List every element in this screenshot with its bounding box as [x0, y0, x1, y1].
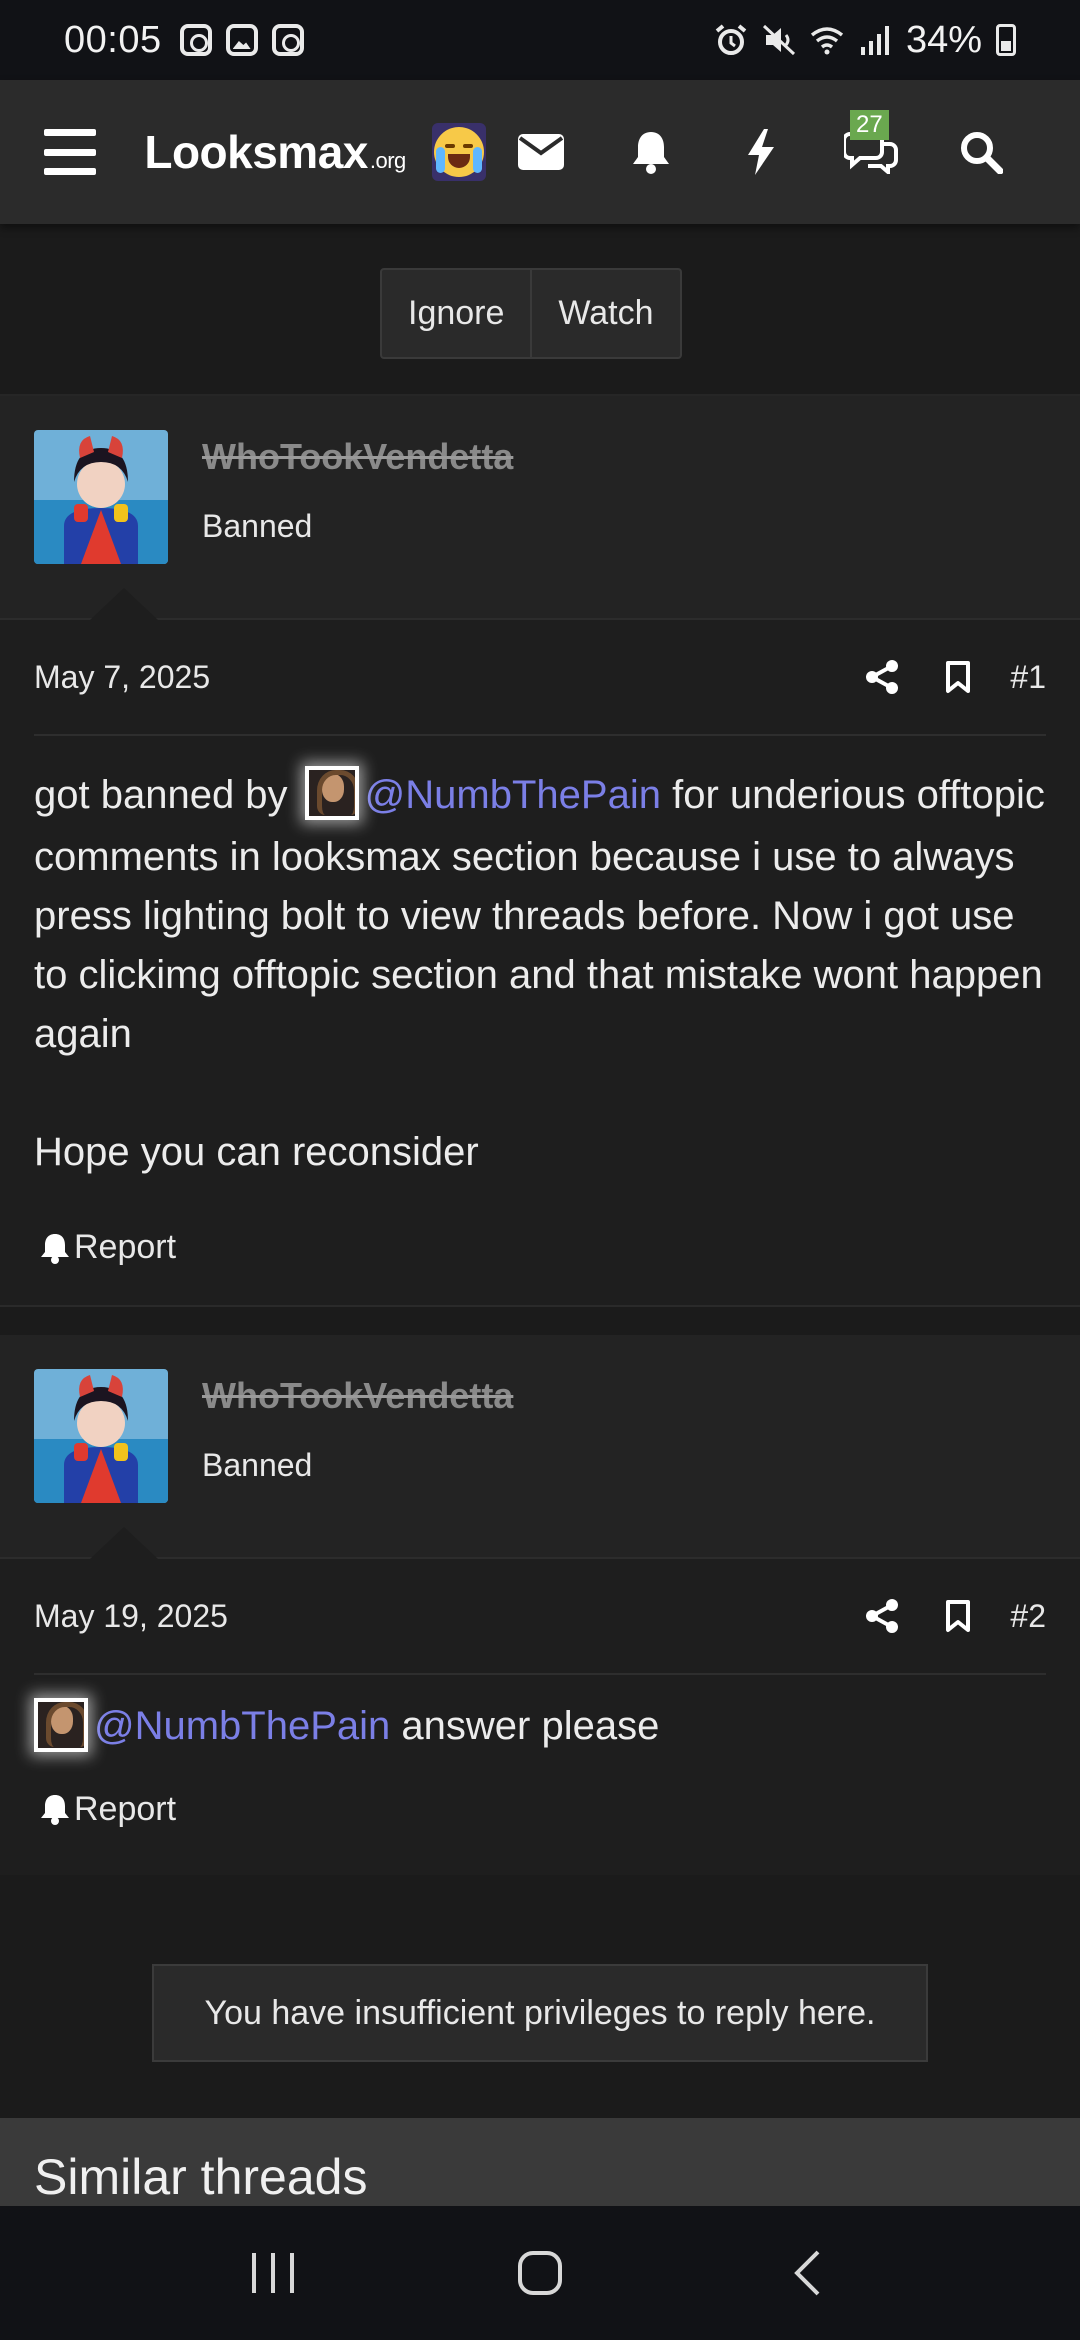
post-message: @NumbThePain answer please: [34, 1675, 1046, 1759]
site-header: Looksmax.org 27: [0, 80, 1080, 224]
ignore-button[interactable]: Ignore: [382, 270, 533, 357]
bell-icon: [41, 1795, 69, 1826]
post-actions: #1: [844, 642, 1046, 712]
instagram-icon: [271, 24, 304, 56]
post-message: got banned by @NumbThePain for underious…: [34, 736, 1046, 1182]
post-attribution: May 7, 2025 #1: [34, 620, 1046, 736]
chat-icon[interactable]: 27: [816, 102, 926, 202]
reply-notice: You have insufficient privileges to repl…: [152, 1964, 928, 2062]
user-mention[interactable]: @NumbThePain: [365, 773, 661, 817]
post: WhoTookVendetta Banned May 7, 2025 #1 go…: [0, 396, 1080, 1306]
mail-icon[interactable]: [486, 102, 596, 202]
header-icons: 27: [486, 102, 1036, 202]
report-link[interactable]: Report: [34, 1182, 1046, 1267]
message-text: got banned by: [34, 773, 299, 817]
battery-icon: [996, 24, 1016, 56]
recents-icon[interactable]: [213, 2223, 333, 2323]
home-icon[interactable]: [480, 2223, 600, 2323]
bookmark-icon[interactable]: [920, 642, 996, 712]
emoji-icon: [431, 123, 486, 181]
conversations-badge: 27: [850, 110, 889, 140]
status-time: 00:05: [64, 18, 162, 61]
logo-text: Looksmax: [144, 126, 368, 178]
avatar[interactable]: [34, 430, 168, 564]
user-meta: WhoTookVendetta Banned: [202, 436, 513, 545]
post-body: May 19, 2025 #2 @NumbThePain answer plea…: [0, 1559, 1080, 1875]
logo-suffix: .org: [369, 148, 406, 173]
system-nav-bar: [0, 2206, 1080, 2340]
post-number[interactable]: #2: [1010, 1598, 1046, 1635]
thread-content: Ignore Watch WhoTookVendetta Banned May …: [0, 224, 1080, 1875]
share-icon[interactable]: [844, 1581, 920, 1651]
watch-button[interactable]: Watch: [532, 270, 679, 357]
similar-threads-heading: Similar threads: [0, 2118, 1080, 2206]
status-bar: 00:05 34%: [0, 0, 1080, 80]
lightning-icon[interactable]: [706, 102, 816, 202]
thread-action-group: Ignore Watch: [380, 268, 682, 359]
user-title: Banned: [202, 1447, 313, 1484]
instagram-icon: [179, 24, 212, 56]
post-date[interactable]: May 7, 2025: [34, 659, 210, 696]
thread-actions-bar: Ignore Watch: [0, 224, 1080, 396]
post-attribution: May 19, 2025 #2: [34, 1559, 1046, 1676]
wifi-icon: [810, 27, 844, 55]
status-right: 34%: [714, 19, 1016, 62]
notification-icons: [179, 24, 304, 56]
post-body: May 7, 2025 #1 got banned by @NumbThePai…: [0, 620, 1080, 1306]
report-label: Report: [74, 1228, 177, 1267]
mute-icon: [762, 24, 795, 56]
gallery-icon: [225, 24, 258, 56]
bell-icon: [41, 1233, 69, 1264]
post-actions: #2: [844, 1581, 1046, 1651]
menu-icon[interactable]: [44, 129, 97, 175]
back-icon[interactable]: [747, 2223, 867, 2323]
mention-avatar[interactable]: [304, 766, 359, 821]
report-link[interactable]: Report: [34, 1760, 1046, 1829]
post-caret: [90, 1527, 158, 1560]
bookmark-icon[interactable]: [920, 1581, 996, 1651]
battery-percent: 34%: [905, 18, 982, 61]
post-user-header: WhoTookVendetta Banned: [0, 1335, 1080, 1560]
post-separator: [0, 1305, 1080, 1336]
post-date[interactable]: May 19, 2025: [34, 1598, 228, 1635]
signal-icon: [860, 26, 889, 55]
mention-avatar[interactable]: [34, 1697, 88, 1752]
post-caret: [90, 588, 158, 620]
bell-icon[interactable]: [596, 102, 706, 202]
username[interactable]: WhoTookVendetta: [202, 1375, 513, 1417]
post: WhoTookVendetta Banned May 19, 2025 #2 @…: [0, 1335, 1080, 1875]
report-label: Report: [74, 1789, 177, 1828]
user-title: Banned: [202, 508, 313, 544]
post-number[interactable]: #1: [1010, 659, 1046, 696]
alarm-icon: [715, 24, 747, 55]
search-icon[interactable]: [926, 102, 1036, 202]
message-paragraph: Hope you can reconsider: [34, 1130, 479, 1175]
user-meta: WhoTookVendetta Banned: [202, 1375, 513, 1484]
post-user-header: WhoTookVendetta Banned: [0, 396, 1080, 620]
site-logo[interactable]: Looksmax.org: [144, 125, 406, 179]
username[interactable]: WhoTookVendetta: [202, 436, 513, 478]
avatar[interactable]: [34, 1369, 168, 1504]
share-icon[interactable]: [844, 642, 920, 712]
user-mention[interactable]: @NumbThePain: [94, 1704, 390, 1748]
message-text: answer please: [390, 1704, 660, 1749]
